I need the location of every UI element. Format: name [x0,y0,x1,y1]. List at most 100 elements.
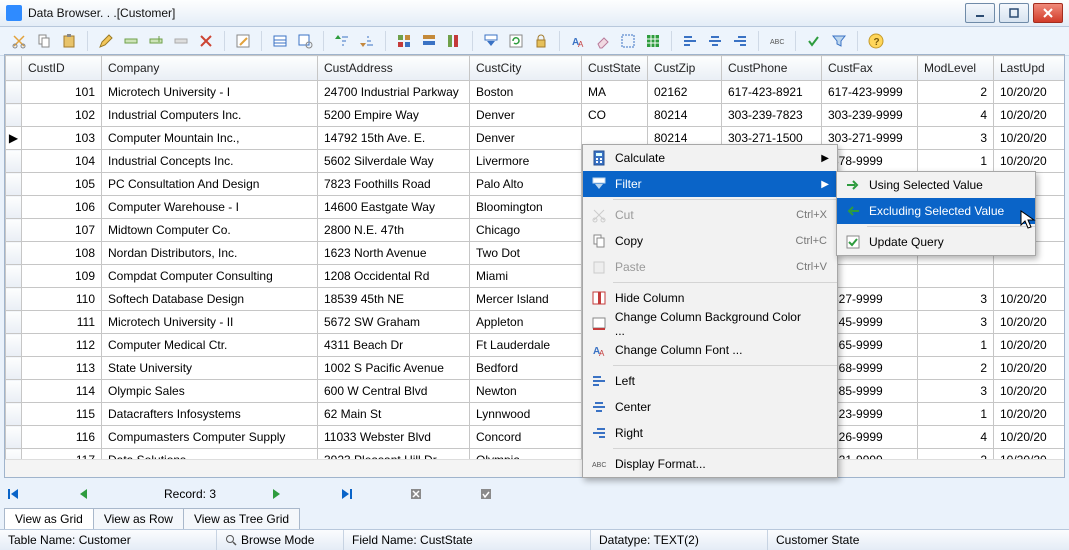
cell-zip[interactable]: 80214 [648,104,722,127]
cell-company[interactable]: Industrial Computers Inc. [102,104,318,127]
cell-company[interactable]: Microtech University - I [102,81,318,104]
cell-city[interactable]: Ft Lauderdale [470,334,582,357]
abc-icon[interactable]: ABC [766,30,788,52]
tab-view-grid[interactable]: View as Grid [4,508,94,530]
submenu-update-query[interactable]: Update Query [837,229,1035,255]
link-add-icon[interactable] [120,30,142,52]
cell-addr[interactable]: 600 W Central Blvd [318,380,470,403]
menu-align-right[interactable]: Right [583,420,837,446]
nav-first-button[interactable] [4,485,24,503]
table-row[interactable]: 112Computer Medical Ctr.4311 Beach DrFt … [6,334,1066,357]
cell-upd[interactable] [994,265,1066,288]
cell-addr[interactable]: 62 Main St [318,403,470,426]
table-row[interactable]: ▶103Computer Mountain Inc.,14792 15th Av… [6,127,1066,150]
cell-city[interactable]: Livermore [470,150,582,173]
cell-mod[interactable]: 1 [918,150,994,173]
data-grid[interactable]: CustIDCompanyCustAddressCustCityCustStat… [4,54,1065,478]
table-row[interactable]: 115Datacrafters Infosystems62 Main StLyn… [6,403,1066,426]
cell-city[interactable]: Appleton [470,311,582,334]
cell-mod[interactable]: 4 [918,104,994,127]
cell-upd[interactable]: 10/20/20 [994,380,1066,403]
grid-tool2-icon[interactable] [418,30,440,52]
cell-addr[interactable]: 11033 Webster Blvd [318,426,470,449]
cell-company[interactable]: Nordan Distributors, Inc. [102,242,318,265]
menu-font[interactable]: AA Change Column Font ... [583,337,837,363]
cell-city[interactable]: Lynnwood [470,403,582,426]
cell-company[interactable]: Olympic Sales [102,380,318,403]
cell-company[interactable]: Computer Medical Ctr. [102,334,318,357]
cell-id[interactable]: 116 [22,426,102,449]
cell-city[interactable]: Concord [470,426,582,449]
cell-city[interactable]: Denver [470,104,582,127]
grid-tool3-icon[interactable] [443,30,465,52]
cell-city[interactable]: Palo Alto [470,173,582,196]
refresh-icon[interactable] [505,30,527,52]
cell-id[interactable]: 114 [22,380,102,403]
menu-paste[interactable]: PasteCtrl+V [583,254,837,280]
edit-icon[interactable] [95,30,117,52]
nav-last-button[interactable] [336,485,356,503]
cell-company[interactable]: Computer Mountain Inc., [102,127,318,150]
cell-company[interactable]: PC Consultation And Design [102,173,318,196]
table-search-icon[interactable] [294,30,316,52]
column-header[interactable]: CustFax [822,56,918,81]
cell-company[interactable]: Industrial Concepts Inc. [102,150,318,173]
delete-icon[interactable] [195,30,217,52]
column-header[interactable]: CustPhone [722,56,822,81]
cell-id[interactable]: 103 [22,127,102,150]
cell-id[interactable]: 108 [22,242,102,265]
cell-mod[interactable]: 3 [918,380,994,403]
tab-view-row[interactable]: View as Row [93,508,184,530]
font-icon[interactable]: AA [567,30,589,52]
table-row[interactable]: 111Microtech University - II5672 SW Grah… [6,311,1066,334]
table-row[interactable]: 102Industrial Computers Inc.5200 Empire … [6,104,1066,127]
align-left-icon[interactable] [679,30,701,52]
cut-icon[interactable] [8,30,30,52]
cell-city[interactable]: Two Dot [470,242,582,265]
cell-id[interactable]: 106 [22,196,102,219]
table-row[interactable]: 101Microtech University - I24700 Industr… [6,81,1066,104]
cell-company[interactable]: Midtown Computer Co. [102,219,318,242]
cell-upd[interactable]: 10/20/20 [994,81,1066,104]
cell-company[interactable]: Computer Warehouse - I [102,196,318,219]
column-header[interactable]: ModLevel [918,56,994,81]
cell-company[interactable]: Compumasters Computer Supply [102,426,318,449]
column-header[interactable]: LastUpd [994,56,1066,81]
cell-upd[interactable]: 10/20/20 [994,403,1066,426]
cell-id[interactable]: 113 [22,357,102,380]
cell-mod[interactable]: 2 [918,357,994,380]
cell-company[interactable]: Compdat Computer Consulting [102,265,318,288]
cell-zip[interactable]: 02162 [648,81,722,104]
copy-icon[interactable] [33,30,55,52]
cell-upd[interactable]: 10/20/20 [994,311,1066,334]
cell-addr[interactable]: 14600 Eastgate Way [318,196,470,219]
menu-hide-column[interactable]: Hide Column [583,285,837,311]
cell-mod[interactable]: 3 [918,288,994,311]
cell-id[interactable]: 110 [22,288,102,311]
filter-funnel-icon[interactable] [828,30,850,52]
nav-prev-button[interactable] [74,485,94,503]
cell-id[interactable]: 102 [22,104,102,127]
nav-next-button[interactable] [266,485,286,503]
cell-company[interactable]: Microtech University - II [102,311,318,334]
menu-align-left[interactable]: Left [583,368,837,394]
cell-id[interactable]: 104 [22,150,102,173]
menu-calculate[interactable]: Calculate▶ [583,145,837,171]
cell-id[interactable]: 111 [22,311,102,334]
cell-city[interactable]: Boston [470,81,582,104]
column-header[interactable]: CustID [22,56,102,81]
table-icon[interactable] [269,30,291,52]
cell-city[interactable]: Newton [470,380,582,403]
cell-addr[interactable]: 1623 North Avenue [318,242,470,265]
paste-icon[interactable] [58,30,80,52]
filter-table-icon[interactable] [480,30,502,52]
column-header[interactable]: Company [102,56,318,81]
erase-icon[interactable] [592,30,614,52]
cell-mod[interactable]: 2 [918,81,994,104]
align-right-icon[interactable] [729,30,751,52]
table-row[interactable]: 110Softech Database Design18539 45th NEM… [6,288,1066,311]
table-row[interactable]: 114Olympic Sales600 W Central BlvdNewton… [6,380,1066,403]
cell-fax[interactable]: 617-423-9999 [822,81,918,104]
sort-asc-icon[interactable] [331,30,353,52]
cell-upd[interactable]: 10/20/20 [994,104,1066,127]
